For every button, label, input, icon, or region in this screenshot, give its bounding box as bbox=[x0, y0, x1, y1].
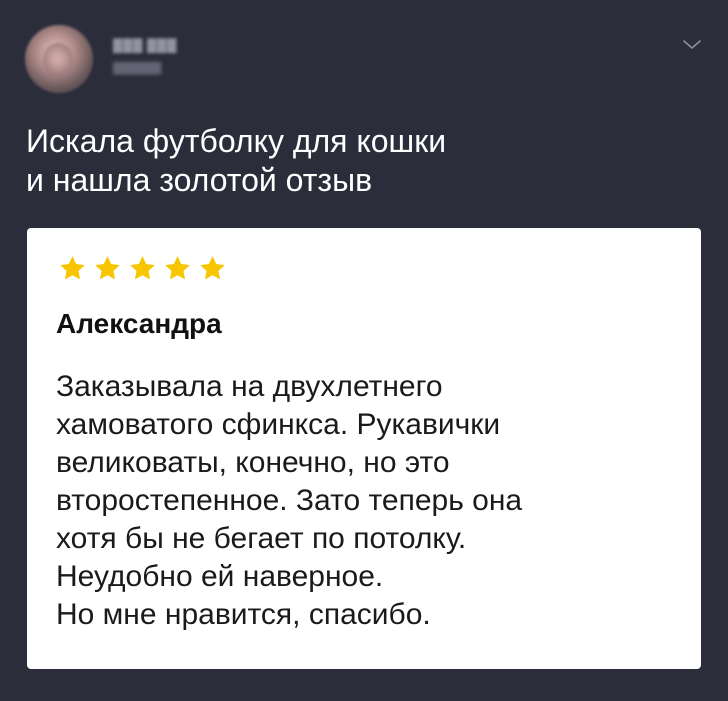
tweet-line-1: Искала футболку для кошки bbox=[26, 123, 447, 159]
review-line-2: хамоватого сфинкса. Рукавички bbox=[56, 408, 501, 441]
review-card: Александра Заказывала на двухлетнего хам… bbox=[27, 228, 701, 669]
chevron-down-icon[interactable] bbox=[681, 36, 703, 52]
review-line-6: Неудобно ей наверное. bbox=[56, 560, 384, 593]
review-line-1: Заказывала на двухлетнего bbox=[56, 370, 443, 403]
star-rating bbox=[58, 254, 227, 284]
username-blurred[interactable]: ▓▓▓ ▓▓▓ bbox=[113, 37, 177, 52]
review-line-4: второстепенное. Зато теперь она bbox=[56, 484, 523, 517]
review-line-7: Но мне нравится, спасибо. bbox=[56, 598, 431, 631]
avatar-blur-mark bbox=[43, 43, 73, 77]
review-line-5: хотя бы не бегает по потолку. bbox=[56, 522, 467, 555]
avatar[interactable] bbox=[25, 25, 93, 93]
review-author: Александра bbox=[56, 308, 222, 339]
star-icon bbox=[130, 256, 155, 280]
review-line-3: великоваты, конечно, но это bbox=[56, 446, 450, 479]
tweet-line-2: и нашла золотой отзыв bbox=[26, 162, 373, 198]
star-icon bbox=[165, 256, 190, 280]
review-text: Заказывала на двухлетнего хамоватого сфи… bbox=[56, 368, 676, 634]
star-icon bbox=[60, 256, 85, 280]
tweet-text: Искала футболку для кошки и нашла золото… bbox=[26, 122, 666, 200]
handle-blurred[interactable]: ▓▓▓▓▓▓ bbox=[113, 62, 161, 74]
star-icon bbox=[200, 256, 225, 280]
star-icon bbox=[95, 256, 120, 280]
